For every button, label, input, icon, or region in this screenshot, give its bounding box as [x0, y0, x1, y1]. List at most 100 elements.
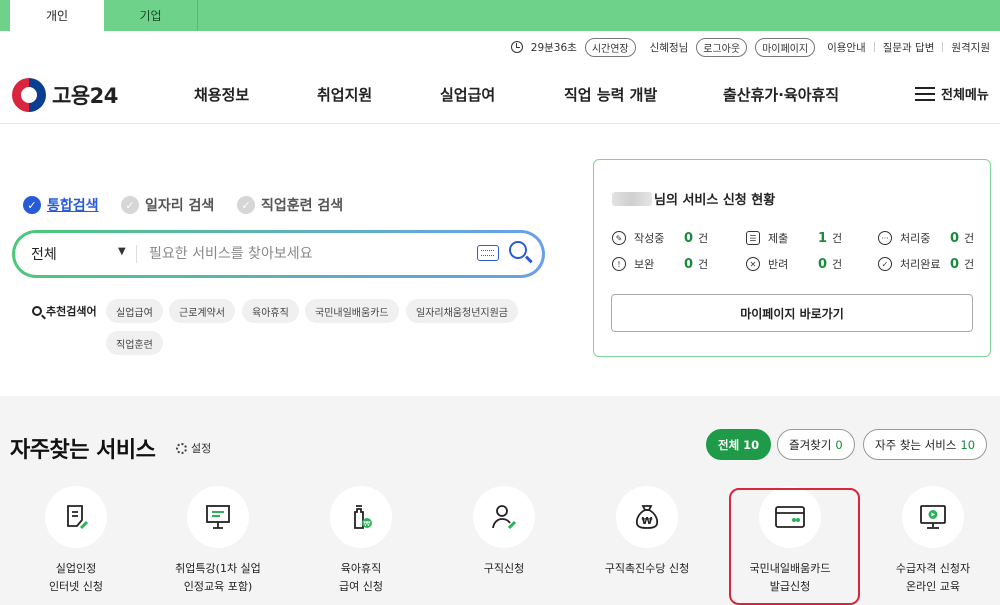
keyword-chip[interactable]: 직업훈련	[106, 331, 163, 355]
filter-count: 10	[960, 437, 976, 452]
remote-support-link[interactable]: 원격지원	[951, 40, 990, 55]
filter-all-button[interactable]: 전체 10	[706, 429, 772, 460]
service-name: 수급자격 신청자 온라인 교육	[895, 562, 971, 593]
gear-icon	[176, 442, 187, 454]
service-icon-circle	[473, 486, 535, 548]
search-input[interactable]	[149, 243, 469, 265]
status-count: 0	[684, 256, 694, 272]
service-item-unemployment-recognition[interactable]: 실업인정 인터넷 신청	[16, 486, 136, 596]
status-item-completed[interactable]: ✓ 처리완료 0 건	[878, 256, 988, 272]
search-type-label: 통합검색	[47, 198, 99, 214]
taegeuk-logo-icon	[12, 78, 46, 112]
search-type-label: 직업훈련 검색	[261, 198, 344, 214]
nav-item-jobs[interactable]: 채용정보	[194, 84, 249, 105]
mypage-button[interactable]: 마이페이지	[755, 37, 816, 57]
status-label: 제출	[768, 232, 789, 245]
check-icon: ✓	[237, 196, 255, 214]
service-name: 육아휴직 급여 신청	[339, 562, 383, 593]
all-menu-label: 전체메뉴	[941, 88, 989, 103]
status-label: 반려	[768, 258, 789, 271]
divider	[136, 245, 137, 263]
hamburger-icon	[915, 86, 935, 101]
service-name: 취업특강(1차 실업 인정교육 포함)	[175, 562, 261, 593]
status-label: 보완	[634, 258, 655, 271]
status-count: 0	[950, 256, 960, 272]
status-item-supplement[interactable]: ! 보완 0 건	[612, 256, 732, 272]
status-item-rejected[interactable]: ✕ 반려 0 건	[746, 256, 866, 272]
guide-link[interactable]: 이용안내	[827, 40, 866, 55]
faq-link[interactable]: 질문과 답변	[883, 40, 935, 55]
search-type-training[interactable]: ✓ 직업훈련 검색	[237, 195, 343, 215]
keyword-chip[interactable]: 육아휴직	[242, 299, 299, 323]
keyword-chip[interactable]: 실업급여	[106, 299, 163, 323]
utility-bar: 29분36초 시간연장 신혜정님 로그아웃 마이페이지 이용안내 질문과 답변 …	[510, 37, 990, 57]
status-label: 처리중	[900, 232, 931, 245]
mypage-shortcut-button[interactable]: 마이페이지 바로가기	[611, 294, 973, 332]
status-unit: 건	[964, 258, 975, 271]
filter-count: 0	[835, 437, 843, 452]
status-unit: 건	[698, 258, 709, 271]
document-edit-icon	[67, 505, 89, 530]
search-scope-select[interactable]: 전체	[31, 244, 57, 264]
service-icon-circle: ₩	[330, 486, 392, 548]
keyword-chip[interactable]: 국민내일배움카드	[305, 299, 399, 323]
service-name: 구직촉진수당 신청	[604, 562, 690, 575]
filter-count: 10	[743, 437, 760, 452]
services-settings-button[interactable]: 설정	[176, 440, 211, 456]
status-count: 1	[818, 230, 828, 246]
nav-item-skills-development[interactable]: 직업 능력 개발	[564, 84, 657, 105]
chevron-down-icon[interactable]: ▼	[118, 246, 126, 257]
service-status-card: 님의 서비스 신청 현황 ✎ 작성중 0 건 ☰ 제출 1 건 ··· 처리중 …	[593, 159, 991, 357]
nav-item-parental-leave[interactable]: 출산휴가·육아휴직	[723, 84, 839, 105]
status-item-submitted[interactable]: ☰ 제출 1 건	[746, 230, 866, 246]
status-label: 처리완료	[900, 258, 941, 271]
status-count: 0	[818, 256, 828, 272]
status-item-processing[interactable]: ··· 처리중 0 건	[878, 230, 988, 246]
search-type-jobs[interactable]: ✓ 일자리 검색	[121, 195, 214, 215]
all-menu-button[interactable]: 전체메뉴	[915, 84, 989, 103]
service-icon-circle	[45, 486, 107, 548]
divider	[942, 42, 944, 52]
nav-item-unemployment-benefit[interactable]: 실업급여	[440, 84, 495, 105]
service-icon-circle	[187, 486, 249, 548]
filter-label: 즐겨찾기	[789, 437, 832, 452]
service-item-job-promotion-allowance[interactable]: ₩ 구직촉진수당 신청	[587, 486, 707, 578]
tab-personal[interactable]: 개인	[10, 0, 104, 31]
recommended-keywords-label: 추천검색어	[32, 303, 97, 319]
nav-item-employment-support[interactable]: 취업지원	[317, 84, 372, 105]
virtual-keyboard-icon[interactable]	[477, 245, 499, 261]
person-edit-icon	[492, 505, 517, 530]
user-name: 신혜정님	[649, 41, 689, 54]
check-icon: ✓	[121, 196, 139, 214]
status-item-draft[interactable]: ✎ 작성중 0 건	[612, 230, 732, 246]
search-icon[interactable]	[509, 241, 527, 259]
rec-label-text: 추천검색어	[46, 305, 97, 318]
site-logo[interactable]: 고용24	[12, 78, 118, 112]
monitor-play-icon	[920, 505, 946, 529]
pencil-icon: ✎	[612, 231, 626, 245]
checklist-icon: ☰	[746, 231, 760, 245]
status-unit: 건	[832, 232, 843, 245]
exclamation-icon: !	[612, 257, 626, 271]
service-item-parental-leave-benefit[interactable]: ₩ 육아휴직 급여 신청	[301, 486, 421, 596]
tab-business[interactable]: 기업	[104, 0, 198, 31]
service-item-online-education[interactable]: 수급자격 신청자 온라인 교육	[873, 486, 993, 596]
service-name: 구직신청	[483, 562, 525, 575]
redacted-name	[612, 191, 652, 206]
check-icon: ✓	[23, 196, 41, 214]
search-type-integrated[interactable]: ✓ 통합검색	[23, 195, 99, 215]
filter-frequent-button[interactable]: 자주 찾는 서비스 10	[863, 429, 988, 460]
keyword-chip[interactable]: 근로계약서	[169, 299, 235, 323]
settings-label: 설정	[191, 442, 212, 455]
logout-button[interactable]: 로그아웃	[696, 37, 748, 57]
logo-text: 고용24	[52, 84, 118, 108]
status-unit: 건	[698, 232, 709, 245]
service-item-job-seeking[interactable]: 구직신청	[444, 486, 564, 578]
service-icon-circle	[902, 486, 964, 548]
audience-tabbar: 개인 기업	[0, 0, 1000, 31]
service-item-job-lecture[interactable]: 취업특강(1차 실업 인정교육 포함)	[158, 486, 278, 596]
filter-favorites-button[interactable]: 즐겨찾기 0	[777, 429, 855, 460]
status-count: 0	[950, 230, 960, 246]
keyword-chip[interactable]: 일자리채움청년지원금	[406, 299, 518, 323]
extend-session-button[interactable]: 시간연장	[584, 37, 636, 57]
